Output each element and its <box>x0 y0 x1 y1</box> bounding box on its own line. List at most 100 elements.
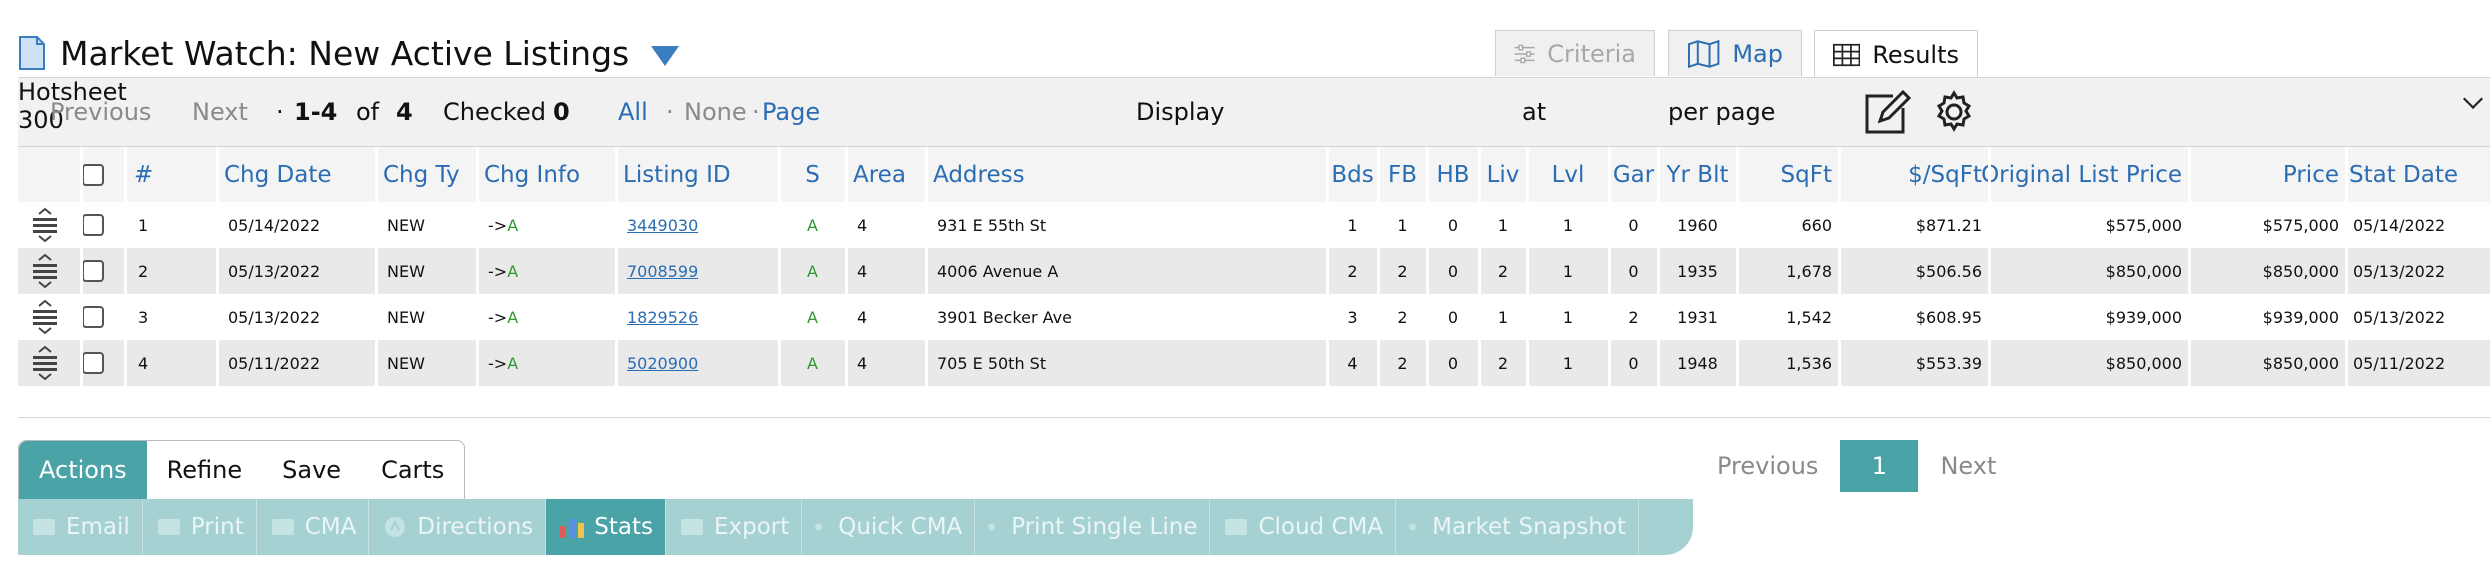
row-checkbox[interactable] <box>82 260 104 282</box>
column-header-hb[interactable]: HB <box>1428 147 1478 202</box>
action-directions[interactable]: Directions <box>369 499 547 555</box>
chg-arrow: -> <box>488 307 508 327</box>
column-divider <box>1657 147 1660 202</box>
action-market-snapshot[interactable]: Market Snapshot <box>1396 499 1639 555</box>
gear-icon[interactable] <box>1932 90 1976 134</box>
drag-handle-cell <box>30 340 70 386</box>
action-print[interactable]: Print <box>143 499 257 555</box>
column-divider <box>476 202 479 248</box>
cell-price: $850,000 <box>2262 353 2339 373</box>
column-header-chg-info[interactable]: Chg Info <box>478 147 615 202</box>
pager-next[interactable]: Next <box>1940 452 1996 480</box>
column-divider <box>778 147 781 202</box>
column-divider <box>1988 147 1991 202</box>
tab-refine[interactable]: Refine <box>147 441 262 499</box>
table-cell: $575,000 <box>1990 202 2188 248</box>
table-row[interactable]: 4 05/11/2022 NEW -> A 5020900 A 4 705 E 50th St 4… <box>18 340 2490 386</box>
status-badge: A <box>807 215 818 235</box>
column-divider <box>216 202 219 248</box>
column-divider <box>925 294 928 340</box>
column-header-orig-price[interactable]: Original List Price <box>1981 147 2188 202</box>
column-header-address[interactable]: Address <box>927 147 1326 202</box>
row-checkbox-cell <box>82 340 112 386</box>
column-header-lvl[interactable]: Lvl <box>1528 147 1608 202</box>
column-divider <box>1526 202 1529 248</box>
drag-handle-icon[interactable] <box>30 253 60 289</box>
chg-status: A <box>507 261 519 281</box>
select-none-link[interactable]: None <box>684 98 747 126</box>
row-checkbox[interactable] <box>82 352 104 374</box>
drag-handle-icon[interactable] <box>30 207 60 243</box>
action-print-single-line[interactable]: Print Single Line <box>975 499 1211 555</box>
table-header: # Chg Date Chg Ty Chg Info Listing ID S Area Ad… <box>18 147 2490 202</box>
row-checkbox[interactable] <box>82 306 104 328</box>
tab-actions[interactable]: Actions <box>19 441 147 499</box>
column-header-price[interactable]: Price <box>2190 147 2345 202</box>
column-header-bds[interactable]: Bds <box>1328 147 1377 202</box>
table-row[interactable]: 2 05/13/2022 NEW -> A 7008599 A 4 4006 Avenue A2… <box>18 248 2490 294</box>
column-divider <box>1377 340 1380 386</box>
cell-stat-date: 05/14/2022 <box>2353 215 2446 235</box>
action-export[interactable]: Export <box>666 499 803 555</box>
action-quick-cma[interactable]: Quick CMA <box>802 499 976 555</box>
column-divider <box>1608 147 1611 202</box>
cell-lvl: 1 <box>1562 353 1574 373</box>
action-stats[interactable]: Stats <box>546 499 666 555</box>
tab-map[interactable]: Map <box>1668 30 1802 76</box>
tab-criteria-label: Criteria <box>1547 39 1636 68</box>
column-header-per-sqft[interactable]: $/SqFt <box>1840 147 1988 202</box>
action-cloud-cma[interactable]: Cloud CMA <box>1210 499 1397 555</box>
listing-id-link[interactable]: 5020900 <box>627 354 698 373</box>
action-cma[interactable]: CMA <box>257 499 370 555</box>
action-label: Quick CMA <box>838 514 963 540</box>
table-row[interactable]: 1 05/14/2022 NEW -> A 3449030 A 4 931 E 55th St 1… <box>18 202 2490 248</box>
column-header-stat-date[interactable]: Stat Date <box>2347 147 2490 202</box>
tab-carts[interactable]: Carts <box>361 441 464 499</box>
title-dropdown-icon[interactable] <box>651 46 680 66</box>
listing-id-link[interactable]: 3449030 <box>627 216 698 235</box>
cma-icon <box>271 519 294 535</box>
table-cell: $608.95 <box>1840 294 1988 340</box>
cell-stat-date: 05/11/2022 <box>2353 353 2446 373</box>
column-header-listing-id[interactable]: Listing ID <box>617 147 778 202</box>
column-divider <box>1736 147 1739 202</box>
tab-save[interactable]: Save <box>262 441 361 499</box>
results-toolbar: Previous Next · 1-4 of 4 Checked 0 All ·… <box>18 77 2490 147</box>
table-row[interactable]: 3 05/13/2022 NEW -> A 1829526 A 4 3901 Becker Av… <box>18 294 2490 340</box>
pager-page-1[interactable]: 1 <box>1840 440 1919 492</box>
bottom-tabs: Actions Refine Save Carts <box>18 440 466 500</box>
row-checkbox[interactable] <box>82 214 104 236</box>
column-header-chg-ty[interactable]: Chg Ty <box>377 147 476 202</box>
listing-id-link[interactable]: 1829526 <box>627 308 698 327</box>
select-all-checkbox[interactable] <box>82 163 104 186</box>
next-link[interactable]: Next <box>192 98 248 126</box>
column-header-num[interactable]: # <box>126 147 216 202</box>
column-header-liv[interactable]: Liv <box>1480 147 1526 202</box>
table-cell: 2 <box>1480 248 1526 294</box>
action-label: Cloud CMA <box>1258 514 1384 540</box>
table-cell: 1 <box>1379 202 1426 248</box>
cell-chg-info: -> A <box>478 294 615 340</box>
select-all-link[interactable]: All <box>618 98 648 126</box>
checked-count: 0 <box>553 98 570 126</box>
listing-id-link[interactable]: 7008599 <box>627 262 698 281</box>
tab-results[interactable]: Results <box>1814 30 1978 78</box>
column-header-sqft[interactable]: SqFt <box>1738 147 1838 202</box>
column-header-gar[interactable]: Gar <box>1610 147 1657 202</box>
cell-fb: 1 <box>1397 215 1408 235</box>
edit-icon[interactable] <box>1863 90 1911 136</box>
column-header-area[interactable]: Area <box>847 147 925 202</box>
table-cell: 0 <box>1428 294 1478 340</box>
pager-previous[interactable]: Previous <box>1717 452 1818 480</box>
cell-sqft: 660 <box>1801 215 1832 235</box>
drag-handle-icon[interactable] <box>30 345 60 381</box>
column-header-chg-date[interactable]: Chg Date <box>218 147 375 202</box>
tab-criteria[interactable]: Criteria <box>1495 30 1655 76</box>
column-header-yr-blt[interactable]: Yr Blt <box>1659 147 1736 202</box>
column-header-fb[interactable]: FB <box>1379 147 1426 202</box>
action-email[interactable]: Email <box>18 499 143 555</box>
column-header-s[interactable]: S <box>780 147 845 202</box>
previous-link[interactable]: Previous <box>50 98 151 126</box>
select-page-link[interactable]: Page <box>762 98 820 126</box>
drag-handle-icon[interactable] <box>30 299 60 335</box>
